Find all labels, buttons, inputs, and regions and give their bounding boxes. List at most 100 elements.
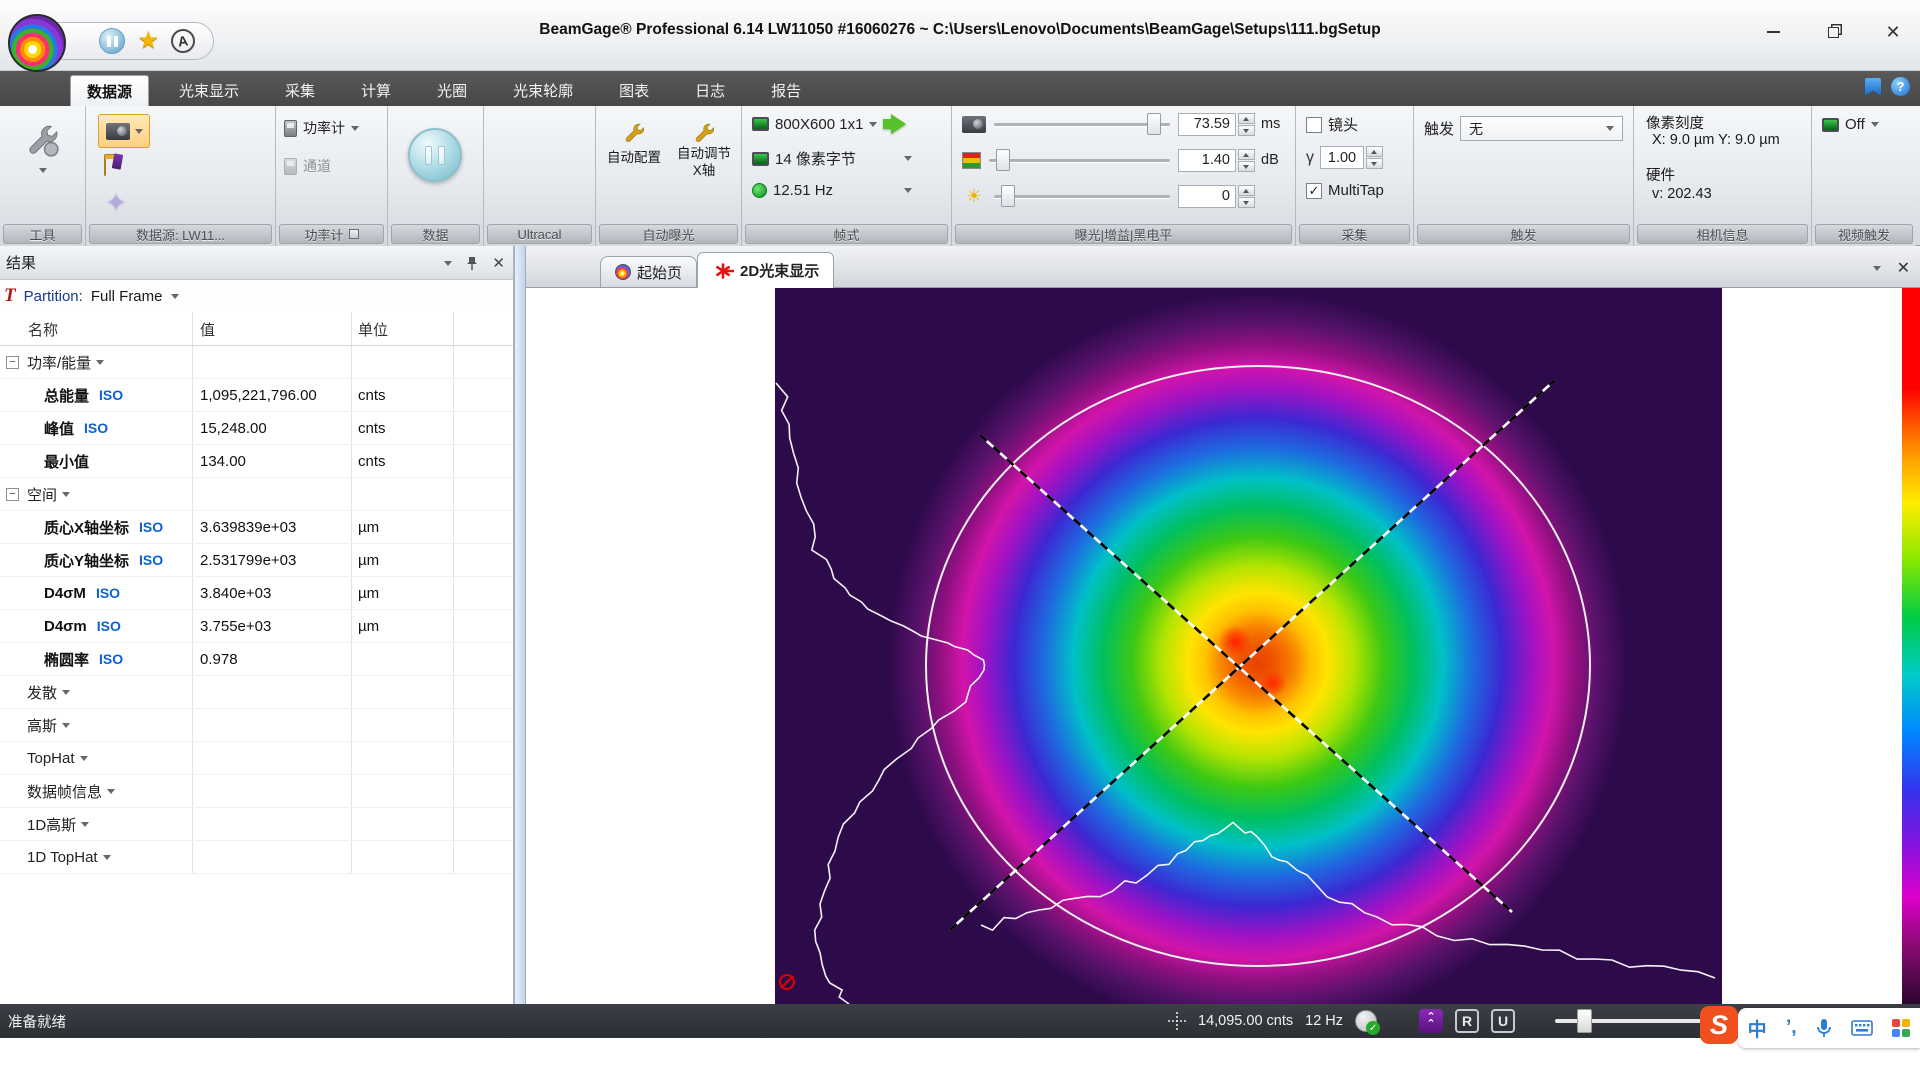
origin-marker [780, 975, 794, 989]
microphone-icon[interactable] [1816, 1018, 1832, 1038]
panel-dropdown-caret[interactable] [444, 261, 452, 266]
ultracal-toggle-button[interactable]: U [1491, 1009, 1515, 1033]
minimize-button[interactable] [1756, 18, 1790, 46]
tab-capture[interactable]: 采集 [269, 75, 331, 106]
camera-source-button[interactable] [98, 114, 150, 148]
gain-icon [962, 152, 981, 169]
tab-log[interactable]: 日志 [679, 75, 741, 106]
tools-button[interactable] [22, 120, 62, 160]
collapse-icon[interactable]: − [6, 356, 19, 369]
tab-charts[interactable]: 图表 [603, 75, 665, 106]
ime-punctuation-button[interactable]: ’, [1786, 1017, 1797, 1039]
tab-list-caret[interactable] [1873, 266, 1881, 271]
table-row-centroid-x[interactable]: 质心X轴坐标ISO 3.639839e+03µm [0, 511, 513, 544]
table-row-centroid-y[interactable]: 质心Y轴坐标ISO 2.531799e+03µm [0, 544, 513, 577]
auto-adjust-x-button[interactable]: 自动调节 X轴 [672, 120, 736, 180]
panel-splitter[interactable] [514, 246, 526, 1004]
collapse-icon[interactable]: − [6, 488, 19, 501]
black-level-slider[interactable] [992, 184, 1172, 208]
multitap-row[interactable]: ✓MultiTap [1306, 182, 1384, 199]
table-row-d4sigma-minor[interactable]: D4σmISO 3.755e+03µm [0, 610, 513, 643]
results-toggle-button[interactable]: R [1455, 1009, 1479, 1033]
tab-beam-profile[interactable]: 光束轮廓 [497, 75, 589, 106]
status-frame-rate: 12 Hz [1305, 1013, 1343, 1029]
ime-language-button[interactable]: 中 [1748, 1015, 1767, 1042]
group-row-power[interactable]: − 功率/能量 [0, 346, 513, 379]
tab-beam-display[interactable]: 光束显示 [163, 75, 255, 106]
tools-dropdown-caret[interactable] [39, 168, 47, 173]
black-level-spinner[interactable]: 0 [1178, 185, 1255, 208]
color-scale-bar[interactable] [1902, 288, 1920, 1004]
table-row-ellipticity[interactable]: 椭圆率ISO 0.978 [0, 643, 513, 676]
lens-checkbox-row[interactable]: 镜头 [1306, 114, 1358, 135]
group-row-1dgauss[interactable]: 1D高斯 [0, 808, 513, 841]
app-logo-icon[interactable] [8, 14, 66, 72]
gamma-spinner[interactable]: 1.00 [1320, 146, 1383, 169]
table-row-minimum[interactable]: 最小值 134.00cnts [0, 445, 513, 478]
hardware-label: 硬件 [1646, 164, 1675, 185]
group-row-gauss[interactable]: 高斯 [0, 709, 513, 742]
gain-spinner[interactable]: 1.40 [1178, 149, 1255, 172]
tab-2d-beam-display[interactable]: 2D光束显示 [697, 252, 834, 288]
sogou-input-icon[interactable]: S [1700, 1006, 1738, 1044]
power-meter-button[interactable]: 功率计 [284, 118, 359, 138]
ime-toolbox-icon[interactable] [1892, 1019, 1910, 1037]
tab-aperture[interactable]: 光圈 [421, 75, 483, 106]
pin-icon[interactable] [466, 256, 478, 271]
lens-checkbox[interactable] [1306, 117, 1322, 133]
tab-data-source[interactable]: 数据源 [70, 75, 149, 106]
open-file-button[interactable] [104, 158, 106, 176]
display-tab-bar: 起始页 2D光束显示 ✕ [526, 246, 1920, 288]
exposure-slider[interactable] [992, 112, 1172, 136]
zoom-slider[interactable] [1555, 1009, 1705, 1033]
gold-wrench-icon [621, 120, 647, 146]
ribbon-group-trigger: 触发 无 触发 [1414, 106, 1634, 246]
help-icon[interactable]: ? [1891, 77, 1910, 96]
restore-button[interactable] [1816, 18, 1850, 46]
table-row-d4sigma-major[interactable]: D4σMISO 3.840e+03µm [0, 577, 513, 610]
group-row-tophat[interactable]: TopHat [0, 742, 513, 775]
keyboard-icon[interactable] [1851, 1020, 1873, 1036]
dialog-launcher-icon[interactable] [349, 229, 359, 239]
table-row-total-energy[interactable]: 总能量ISO 1,095,221,796.00cnts [0, 379, 513, 412]
group-row-divergence[interactable]: 发散 [0, 676, 513, 709]
tab-home[interactable]: 起始页 [600, 256, 697, 287]
frame-rate-dropdown[interactable]: 12.51 Hz [752, 182, 912, 199]
priority-chevron-icon[interactable]: ⌃⌃ [1419, 1009, 1443, 1033]
trigger-dropdown[interactable]: 无 [1460, 116, 1623, 141]
close-button[interactable]: ✕ [1876, 18, 1910, 46]
title-bar: ★ A BeamGage® Professional 6.14 LW11050 … [0, 0, 1920, 71]
exposure-spinner[interactable]: 73.59 [1178, 113, 1255, 136]
aperture-circle[interactable] [926, 366, 1590, 966]
group-label-camerainfo: 相机信息 [1637, 224, 1808, 244]
group-row-spatial[interactable]: − 空间 [0, 478, 513, 511]
flag-icon[interactable] [1865, 78, 1881, 96]
panel-close-icon[interactable]: ✕ [492, 254, 505, 272]
sparkle-button[interactable]: ✦ [106, 192, 126, 216]
timer-check-icon[interactable] [1355, 1010, 1377, 1032]
tab-compute[interactable]: 计算 [345, 75, 407, 106]
tab-report[interactable]: 报告 [755, 75, 817, 106]
pause-acquisition-button[interactable] [408, 128, 462, 182]
ribbon-group-camerainfo: 像素刻度 X: 9.0 µm Y: 9.0 µm 硬件 v: 202.43 相机… [1634, 106, 1812, 246]
results-panel: 结果 ✕ T Partition: Full Frame 名称 值 单位 − 功… [0, 246, 514, 1004]
multitap-checkbox[interactable]: ✓ [1306, 183, 1322, 199]
apply-arrow-icon[interactable] [891, 114, 906, 134]
group-row-frameinfo[interactable]: 数据帧信息 [0, 775, 513, 808]
meter-icon-disabled [284, 158, 297, 175]
channel-button[interactable]: 通道 [284, 156, 331, 176]
sparkle-icon: ✦ [106, 190, 126, 217]
partition-value[interactable]: Full Frame [91, 288, 163, 305]
meter-icon [284, 120, 297, 137]
gain-slider[interactable] [987, 148, 1172, 172]
pixel-format-dropdown[interactable]: 14 像素字节 [752, 148, 912, 169]
group-row-1dtophat[interactable]: 1D TopHat [0, 841, 513, 874]
resolution-dropdown[interactable]: 800X600 1x1 [752, 114, 906, 134]
partition-caret[interactable] [171, 294, 179, 299]
table-row-peak[interactable]: 峰值ISO 15,248.00cnts [0, 412, 513, 445]
auto-setup-button[interactable]: 自动配置 [602, 120, 666, 166]
window-controls: ✕ [1756, 18, 1910, 46]
tab-close-icon[interactable]: ✕ [1897, 258, 1910, 278]
video-trigger-dropdown[interactable]: Off [1822, 116, 1879, 133]
frame-rate-icon [752, 183, 767, 198]
